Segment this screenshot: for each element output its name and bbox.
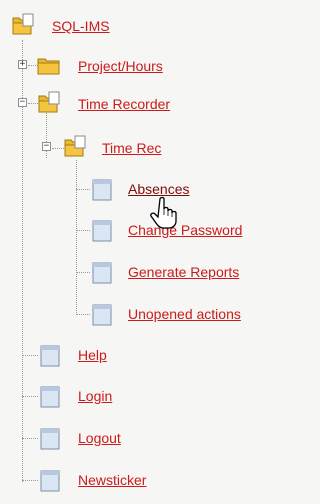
page-icon xyxy=(40,428,60,450)
folder-closed-icon xyxy=(37,58,60,75)
tree-connector xyxy=(22,396,38,397)
collapse-toggle-time-recorder[interactable]: − xyxy=(18,98,27,107)
hand-cursor-icon xyxy=(150,196,177,229)
tree-connector xyxy=(76,189,90,190)
tree-guide-time-rec xyxy=(76,160,77,315)
tree-item-unopened-actions[interactable]: Unopened actions xyxy=(128,306,241,322)
folder-open-icon xyxy=(64,135,86,157)
tree-connector xyxy=(76,272,90,273)
navigation-tree: SQL-IMS + Project/Hours − Time Recorder … xyxy=(0,0,273,504)
tree-item-help[interactable]: Help xyxy=(78,347,107,363)
tree-connector xyxy=(76,314,90,315)
tree-item-generate-reports[interactable]: Generate Reports xyxy=(128,264,239,280)
tree-connector xyxy=(76,230,90,231)
collapse-toggle-time-rec[interactable]: − xyxy=(42,142,51,151)
tree-connector xyxy=(22,480,38,481)
folder-open-icon xyxy=(12,13,34,35)
tree-item-project-hours[interactable]: Project/Hours xyxy=(78,58,163,74)
tree-connector xyxy=(22,438,38,439)
page-icon xyxy=(92,304,112,326)
page-icon xyxy=(92,179,112,201)
tree-item-time-recorder[interactable]: Time Recorder xyxy=(78,96,170,112)
tree-item-login[interactable]: Login xyxy=(78,388,112,404)
page-icon xyxy=(40,386,60,408)
tree-connector xyxy=(22,355,38,356)
page-icon xyxy=(92,220,112,242)
tree-item-newsticker[interactable]: Newsticker xyxy=(78,472,146,488)
tree-item-time-rec[interactable]: Time Rec xyxy=(102,140,161,156)
page-icon xyxy=(40,470,60,492)
page-icon xyxy=(92,262,112,284)
folder-open-icon xyxy=(38,91,60,113)
tree-item-sql-ims[interactable]: SQL-IMS xyxy=(52,18,110,34)
page-icon xyxy=(40,345,60,367)
expand-toggle-project-hours[interactable]: + xyxy=(18,60,27,69)
tree-item-logout[interactable]: Logout xyxy=(78,430,121,446)
tree-item-change-password[interactable]: Change Password xyxy=(128,222,242,238)
